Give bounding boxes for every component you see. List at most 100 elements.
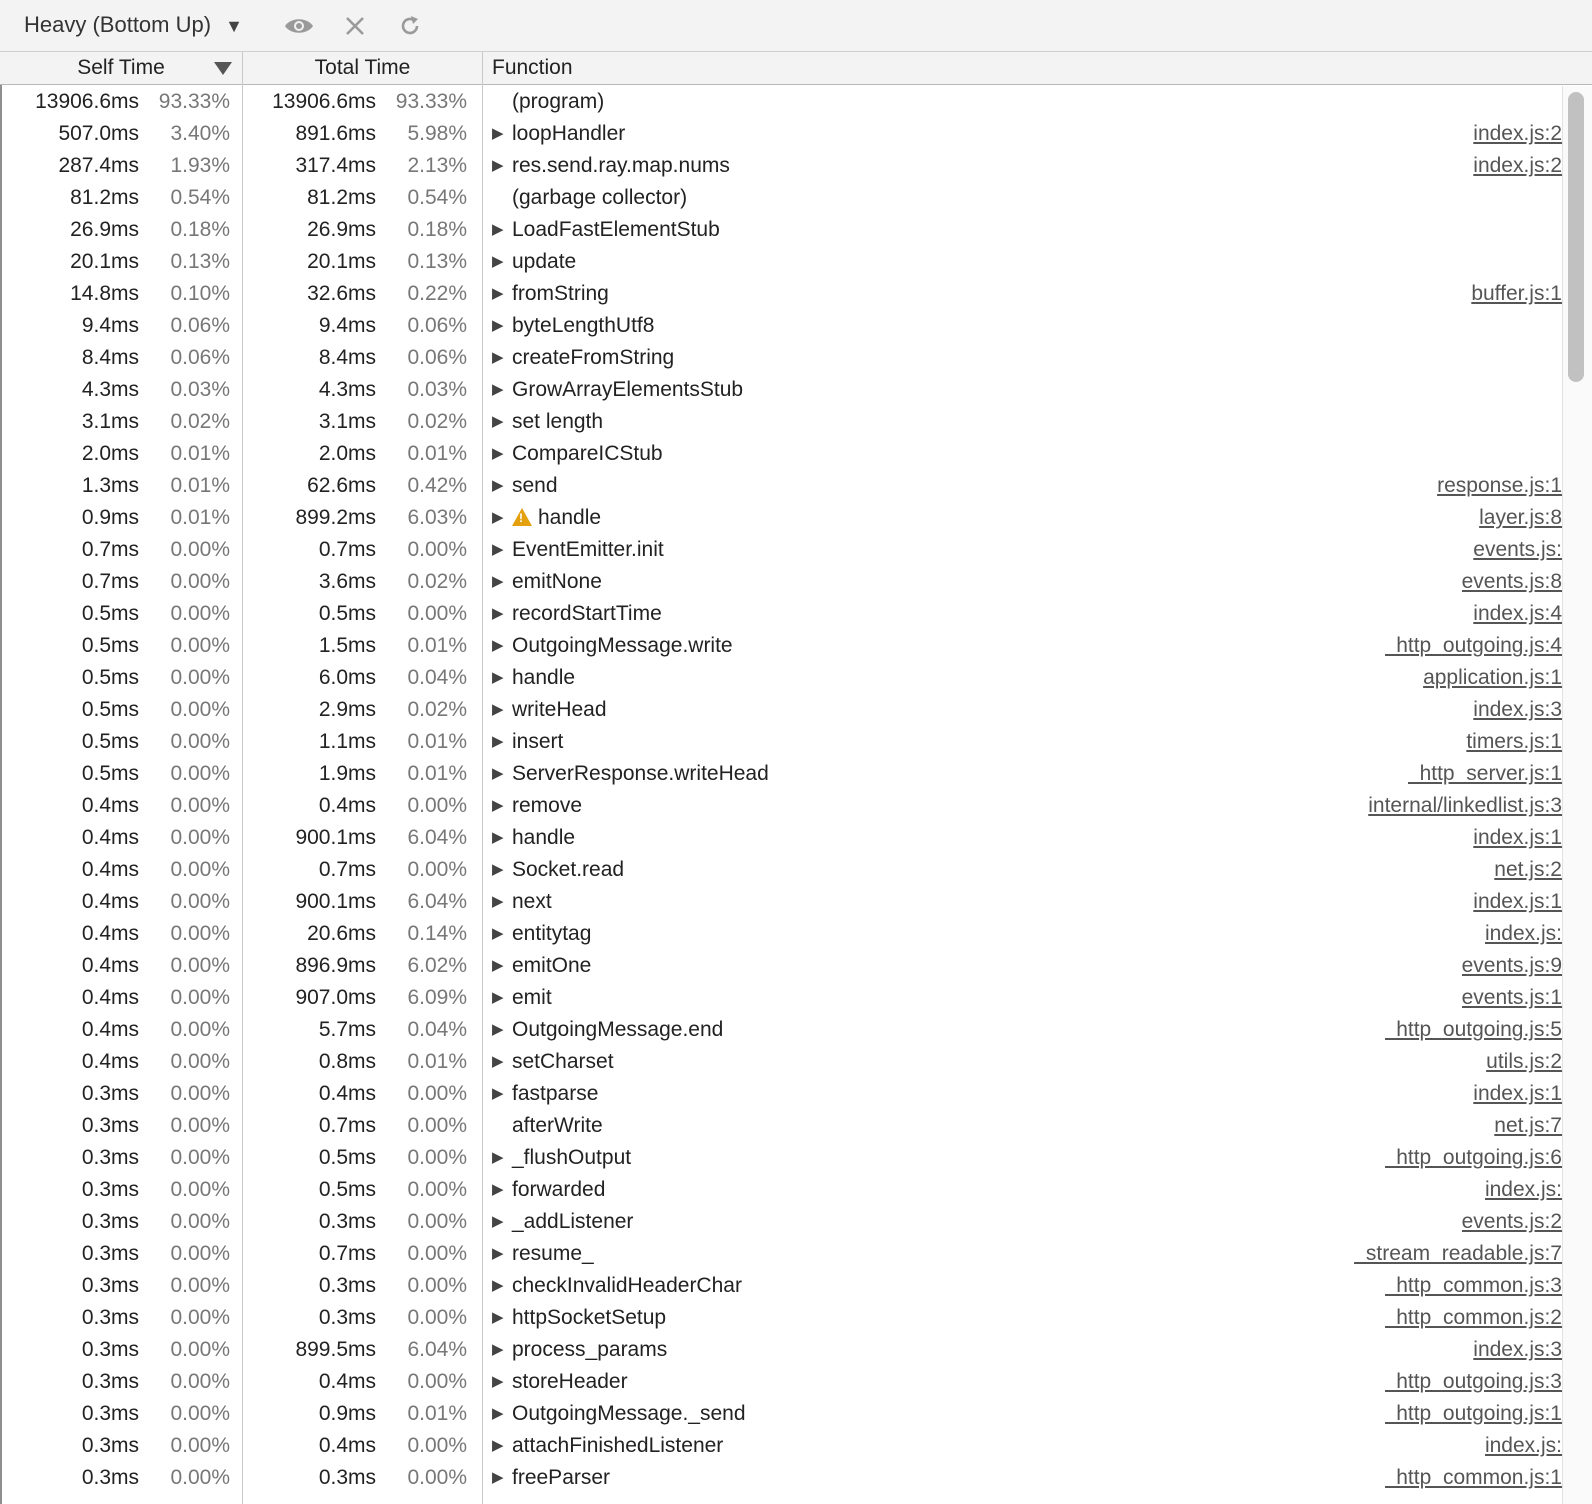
table-row[interactable]: 0.5ms 0.00% 1.1ms 0.01% ▶ insert timers.js:1 <box>0 726 1562 758</box>
table-row[interactable]: 9.4ms 0.06% 9.4ms 0.06% ▶ byteLengthUtf8 <box>0 310 1562 342</box>
expand-triangle-icon[interactable]: ▶ <box>492 316 512 334</box>
table-row[interactable]: 1.3ms 0.01% 62.6ms 0.42% ▶ send response.js:1 <box>0 470 1562 502</box>
expand-triangle-icon[interactable]: ▶ <box>492 1020 512 1038</box>
expand-triangle-icon[interactable]: ▶ <box>492 380 512 398</box>
source-link[interactable]: index.js: <box>1485 1434 1562 1458</box>
expand-triangle-icon[interactable]: ▶ <box>492 892 512 910</box>
table-row[interactable]: 0.5ms 0.00% 0.5ms 0.00% ▶ recordStartTime inde… <box>0 598 1562 630</box>
table-row[interactable]: 0.3ms 0.00% 0.3ms 0.00% ▶ httpSocketSetup _htt… <box>0 1302 1562 1334</box>
source-link[interactable]: _http_common.js:1 <box>1385 1466 1562 1490</box>
table-row[interactable]: 0.3ms 0.00% 0.3ms 0.00% ▶ _addListener events.… <box>0 1206 1562 1238</box>
table-row[interactable]: 0.3ms 0.00% 899.5ms 6.04% ▶ process_params ind… <box>0 1334 1562 1366</box>
source-link[interactable]: net.js:7 <box>1494 1114 1562 1138</box>
source-link[interactable]: events.js:2 <box>1462 1210 1562 1234</box>
source-link[interactable]: _http_outgoing.js:1 <box>1385 1402 1562 1426</box>
table-row[interactable]: 0.3ms 0.00% 0.9ms 0.01% ▶ OutgoingMessage._se… <box>0 1398 1562 1430</box>
expand-triangle-icon[interactable]: ▶ <box>492 252 512 270</box>
expand-triangle-icon[interactable]: ▶ <box>492 1052 512 1070</box>
source-link[interactable]: internal/linkedlist.js:3 <box>1368 794 1562 818</box>
expand-triangle-icon[interactable]: ▶ <box>492 1084 512 1102</box>
expand-triangle-icon[interactable]: ▶ <box>492 540 512 558</box>
table-row[interactable]: 20.1ms 0.13% 20.1ms 0.13% ▶ update <box>0 246 1562 278</box>
expand-triangle-icon[interactable]: ▶ <box>492 1404 512 1422</box>
expand-triangle-icon[interactable]: ▶ <box>492 988 512 1006</box>
table-row[interactable]: 0.4ms 0.00% 20.6ms 0.14% ▶ entitytag index.js: <box>0 918 1562 950</box>
table-row[interactable]: 26.9ms 0.18% 26.9ms 0.18% ▶ LoadFastElementSt… <box>0 214 1562 246</box>
source-link[interactable]: _http_outgoing.js:3 <box>1385 1370 1562 1394</box>
refresh-icon[interactable] <box>395 12 425 40</box>
table-row[interactable]: 8.4ms 0.06% 8.4ms 0.06% ▶ createFromString <box>0 342 1562 374</box>
expand-triangle-icon[interactable]: ▶ <box>492 668 512 686</box>
table-row[interactable]: 0.4ms 0.00% 896.9ms 6.02% ▶ emitOne events.js:… <box>0 950 1562 982</box>
expand-triangle-icon[interactable]: ▶ <box>492 1468 512 1486</box>
eye-icon[interactable] <box>284 12 314 40</box>
source-link[interactable]: index.js:3 <box>1473 1338 1562 1362</box>
source-link[interactable]: index.js:1 <box>1473 890 1562 914</box>
table-row[interactable]: 3.1ms 0.02% 3.1ms 0.02% ▶ set length <box>0 406 1562 438</box>
expand-triangle-icon[interactable]: ▶ <box>492 924 512 942</box>
source-link[interactable]: index.js:1 <box>1473 1082 1562 1106</box>
table-row[interactable]: 0.4ms 0.00% 0.7ms 0.00% ▶ Socket.read net.js:2 <box>0 854 1562 886</box>
close-icon[interactable] <box>340 12 370 40</box>
expand-triangle-icon[interactable]: ▶ <box>492 412 512 430</box>
expand-triangle-icon[interactable]: ▶ <box>492 572 512 590</box>
source-link[interactable]: _http_common.js:2 <box>1385 1306 1562 1330</box>
expand-triangle-icon[interactable]: ▶ <box>492 828 512 846</box>
table-row[interactable]: 0.3ms 0.00% 0.3ms 0.00% ▶ checkInvalidHeaderC… <box>0 1270 1562 1302</box>
source-link[interactable]: index.js: <box>1485 922 1562 946</box>
source-link[interactable]: events.js:1 <box>1462 986 1562 1010</box>
source-link[interactable]: _http_outgoing.js:5 <box>1385 1018 1562 1042</box>
table-row[interactable]: 0.4ms 0.00% 900.1ms 6.04% ▶ next index.js:1 <box>0 886 1562 918</box>
expand-triangle-icon[interactable]: ▶ <box>492 1436 512 1454</box>
source-link[interactable]: index.js: <box>1485 1178 1562 1202</box>
table-row[interactable]: 81.2ms 0.54% 81.2ms 0.54% (garbage collector… <box>0 182 1562 214</box>
table-row[interactable]: 13906.6ms 93.33% 13906.6ms 93.33% (program) <box>0 86 1562 118</box>
total-time-column-header[interactable]: Total Time <box>243 52 482 84</box>
source-link[interactable]: _http_outgoing.js:4 <box>1385 634 1562 658</box>
source-link[interactable]: application.js:1 <box>1423 666 1562 690</box>
table-row[interactable]: 2.0ms 0.01% 2.0ms 0.01% ▶ CompareICStub <box>0 438 1562 470</box>
source-link[interactable]: _http_outgoing.js:6 <box>1385 1146 1562 1170</box>
table-row[interactable]: 0.3ms 0.00% 0.7ms 0.00% ▶ resume_ _stream_read… <box>0 1238 1562 1270</box>
table-row[interactable]: 4.3ms 0.03% 4.3ms 0.03% ▶ GrowArrayElementsSt… <box>0 374 1562 406</box>
expand-triangle-icon[interactable]: ▶ <box>492 1148 512 1166</box>
source-link[interactable]: index.js:3 <box>1473 698 1562 722</box>
source-link[interactable]: events.js: <box>1473 538 1562 562</box>
table-row[interactable]: 0.3ms 0.00% 0.4ms 0.00% ▶ fastparse index.js:1 <box>0 1078 1562 1110</box>
expand-triangle-icon[interactable]: ▶ <box>492 1276 512 1294</box>
table-row[interactable]: 0.3ms 0.00% 0.3ms 0.00% ▶ freeParser _http_com… <box>0 1462 1562 1494</box>
expand-triangle-icon[interactable]: ▶ <box>492 1308 512 1326</box>
table-row[interactable]: 0.4ms 0.00% 0.8ms 0.01% ▶ setCharset utils.js:… <box>0 1046 1562 1078</box>
expand-triangle-icon[interactable]: ▶ <box>492 860 512 878</box>
table-row[interactable]: 0.3ms 0.00% 0.5ms 0.00% ▶ _flushOutput _http_o… <box>0 1142 1562 1174</box>
expand-triangle-icon[interactable]: ▶ <box>492 348 512 366</box>
function-column-header[interactable]: Function <box>492 52 573 84</box>
expand-triangle-icon[interactable]: ▶ <box>492 636 512 654</box>
table-row[interactable]: 507.0ms 3.40% 891.6ms 5.98% ▶ loopHandler inde… <box>0 118 1562 150</box>
source-link[interactable]: response.js:1 <box>1437 474 1562 498</box>
source-link[interactable]: layer.js:8 <box>1479 506 1562 530</box>
source-link[interactable]: _http_common.js:3 <box>1385 1274 1562 1298</box>
view-mode-select[interactable]: Heavy (Bottom Up) ▼ <box>24 12 243 38</box>
table-row[interactable]: 0.4ms 0.00% 907.0ms 6.09% ▶ emit events.js:1 <box>0 982 1562 1014</box>
source-link[interactable]: net.js:2 <box>1494 858 1562 882</box>
table-row[interactable]: 0.4ms 0.00% 5.7ms 0.04% ▶ OutgoingMessage.end… <box>0 1014 1562 1046</box>
source-link[interactable]: events.js:9 <box>1462 954 1562 978</box>
expand-triangle-icon[interactable]: ▶ <box>492 1212 512 1230</box>
source-link[interactable]: utils.js:2 <box>1486 1050 1562 1074</box>
expand-triangle-icon[interactable]: ▶ <box>492 796 512 814</box>
source-link[interactable]: index.js:4 <box>1473 602 1562 626</box>
source-link[interactable]: _http_server.js:1 <box>1408 762 1562 786</box>
table-row[interactable]: 0.3ms 0.00% 0.5ms 0.00% ▶ forwarded index.js: <box>0 1174 1562 1206</box>
expand-triangle-icon[interactable]: ▶ <box>492 956 512 974</box>
expand-triangle-icon[interactable]: ▶ <box>492 508 512 526</box>
table-row[interactable]: 0.5ms 0.00% 1.9ms 0.01% ▶ ServerResponse.writ… <box>0 758 1562 790</box>
self-time-column-header[interactable]: Self Time <box>0 52 242 84</box>
table-row[interactable]: 0.3ms 0.00% 0.4ms 0.00% ▶ storeHeader _http_ou… <box>0 1366 1562 1398</box>
expand-triangle-icon[interactable]: ▶ <box>492 220 512 238</box>
expand-triangle-icon[interactable]: ▶ <box>492 476 512 494</box>
source-link[interactable]: index.js:2 <box>1473 122 1562 146</box>
table-row[interactable]: 0.5ms 0.00% 2.9ms 0.02% ▶ writeHead index.js:3 <box>0 694 1562 726</box>
table-row[interactable]: 0.7ms 0.00% 0.7ms 0.00% ▶ EventEmitter.init ev… <box>0 534 1562 566</box>
expand-triangle-icon[interactable]: ▶ <box>492 700 512 718</box>
